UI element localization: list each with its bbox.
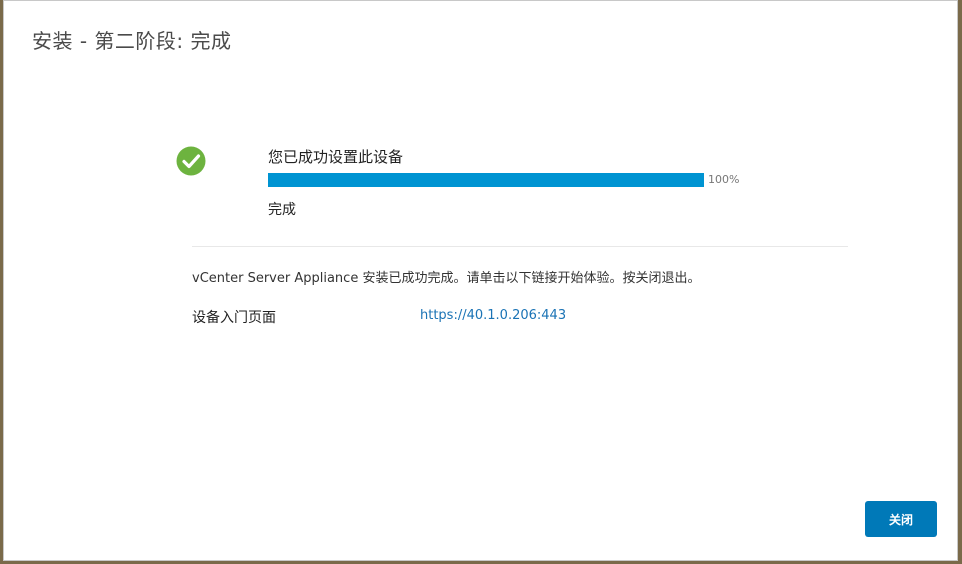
check-circle-icon	[176, 146, 206, 176]
status-detail: 完成	[268, 202, 296, 218]
progress-percent: 100%	[708, 173, 740, 186]
completion-message: vCenter Server Appliance 安装已成功完成。请单击以下链接…	[192, 271, 701, 286]
portal-label: 设备入门页面	[192, 310, 276, 326]
status-section: 您已成功设置此设备 100% 完成	[176, 144, 776, 224]
close-button[interactable]: 关闭	[865, 501, 937, 537]
status-title: 您已成功设置此设备	[268, 148, 404, 166]
progress-fill	[268, 173, 704, 187]
divider	[192, 246, 848, 247]
progress-bar	[268, 173, 704, 187]
portal-link[interactable]: https://40.1.0.206:443	[420, 308, 566, 323]
dialog-title: 安装 - 第二阶段: 完成	[32, 29, 232, 53]
install-complete-dialog: 安装 - 第二阶段: 完成 您已成功设置此设备 100% 完成 vCenter …	[3, 0, 958, 561]
